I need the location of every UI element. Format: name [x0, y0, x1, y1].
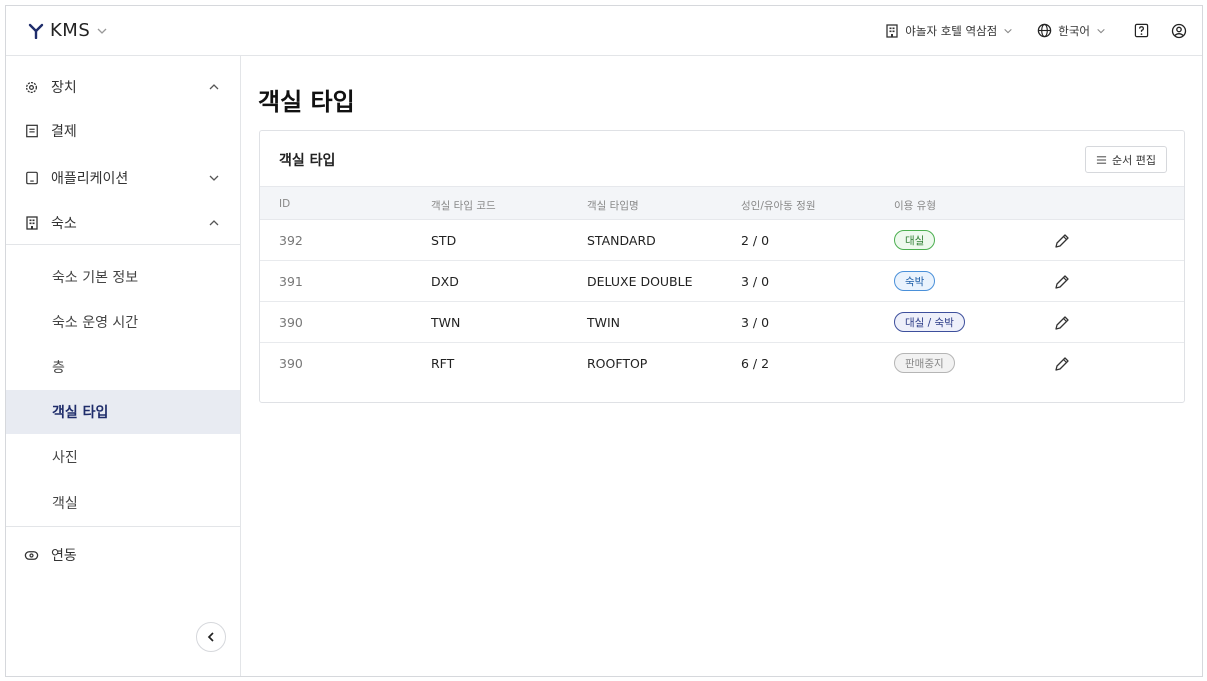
sidebar-item-label: 애플리케이션 — [51, 171, 129, 187]
sidebar-item-payment[interactable]: 결제 — [6, 109, 240, 153]
card-title: 객실 타입 — [279, 153, 336, 169]
sidebar-item-label: 장치 — [51, 80, 77, 96]
globe-icon — [1038, 23, 1052, 38]
table-row[interactable]: 390 RFT ROOFTOP 6 / 2 판매중지 — [260, 343, 1184, 384]
cell-name: TWIN — [587, 315, 621, 330]
account-button[interactable] — [1168, 20, 1190, 42]
sidebar-divider — [6, 526, 240, 527]
sidebar-item-label: 결제 — [51, 124, 77, 140]
hotel-selector[interactable]: 야놀자 호텔 역삼점 — [885, 23, 1013, 39]
building-icon — [24, 216, 39, 231]
column-header-code: 객실 타입 코드 — [431, 200, 496, 212]
pencil-icon[interactable] — [1053, 273, 1071, 291]
sidebar-subitem-room-types[interactable]: 객실 타입 — [6, 390, 240, 434]
edit-order-button[interactable]: 순서 편집 — [1085, 146, 1167, 173]
room-type-card: 객실 타입 순서 편집 ID 객실 타입 코드 객실 타입명 성인/유아동 정원… — [259, 130, 1185, 403]
chevron-up-icon — [209, 84, 219, 90]
help-icon — [1134, 23, 1148, 38]
sidebar-subitem-rooms[interactable]: 객실 — [6, 481, 240, 525]
page-title: 객실 타입 — [258, 88, 355, 116]
chevron-down-icon — [209, 175, 219, 181]
usage-type-badge: 숙박 — [894, 271, 936, 291]
column-header-usage-type: 이용 유형 — [894, 200, 936, 212]
receipt-icon — [24, 124, 39, 139]
collapse-sidebar-button[interactable] — [196, 622, 226, 652]
column-header-name: 객실 타입명 — [587, 200, 639, 212]
top-bar: KMS 야놀자 호텔 역삼점 한국어 — [6, 6, 1202, 56]
cell-id: 390 — [279, 315, 303, 330]
sidebar-item-property[interactable]: 숙소 — [6, 201, 240, 245]
chevron-down-icon — [1097, 28, 1105, 33]
sidebar-item-label: 숙소 — [51, 216, 77, 232]
cell-capacity: 6 / 2 — [741, 356, 770, 371]
sidebar-subitem-property-info[interactable]: 숙소 기본 정보 — [6, 255, 240, 299]
cell-code: DXD — [431, 274, 459, 289]
help-button[interactable] — [1130, 20, 1152, 42]
cell-capacity: 3 / 0 — [741, 315, 770, 330]
language-selector[interactable]: 한국어 — [1037, 23, 1106, 39]
cell-id: 391 — [279, 274, 303, 289]
cell-name: ROOFTOP — [587, 356, 648, 371]
cell-name: DELUXE DOUBLE — [587, 274, 693, 289]
brand-switcher[interactable]: KMS — [28, 20, 108, 41]
table-row[interactable]: 392 STD STANDARD 2 / 0 대실 — [260, 220, 1184, 261]
sidebar: 장치 결제 애플리케이션 숙소 숙소 기본 정보 숙소 운영 시간 층 객실 타… — [6, 56, 241, 676]
chevron-left-icon — [207, 632, 214, 642]
pencil-icon[interactable] — [1053, 232, 1071, 250]
column-header-capacity: 성인/유아동 정원 — [741, 200, 816, 212]
sidebar-item-label: 연동 — [51, 548, 77, 564]
language-label: 한국어 — [1058, 23, 1090, 38]
cell-code: RFT — [431, 356, 455, 371]
pencil-icon[interactable] — [1053, 314, 1071, 332]
list-icon — [1096, 155, 1107, 164]
sidebar-subitem-operating-hours[interactable]: 숙소 운영 시간 — [6, 300, 240, 344]
usage-type-badge: 대실 — [894, 230, 936, 250]
sidebar-item-integration[interactable]: 연동 — [6, 533, 240, 577]
cell-name: STANDARD — [587, 233, 656, 248]
link-icon — [24, 548, 39, 563]
chevron-down-icon — [97, 28, 107, 34]
chevron-up-icon — [209, 220, 219, 226]
sidebar-item-devices[interactable]: 장치 — [6, 65, 240, 109]
pencil-icon[interactable] — [1053, 355, 1071, 373]
sidebar-divider — [6, 244, 240, 245]
cell-capacity: 3 / 0 — [741, 274, 770, 289]
cell-code: TWN — [431, 315, 461, 330]
kms-logo-icon — [28, 23, 44, 39]
table-row[interactable]: 390 TWN TWIN 3 / 0 대실 / 숙박 — [260, 302, 1184, 343]
table-row[interactable]: 391 DXD DELUXE DOUBLE 3 / 0 숙박 — [260, 261, 1184, 302]
cell-capacity: 2 / 0 — [741, 233, 770, 248]
sidebar-item-applications[interactable]: 애플리케이션 — [6, 156, 240, 200]
table-header: ID 객실 타입 코드 객실 타입명 성인/유아동 정원 이용 유형 — [260, 186, 1184, 220]
tablet-icon — [24, 171, 39, 186]
brand-name: KMS — [50, 20, 91, 41]
user-circle-icon — [1171, 23, 1187, 38]
gear-icon — [24, 80, 39, 95]
cell-id: 390 — [279, 356, 303, 371]
sidebar-subitem-photos[interactable]: 사진 — [6, 435, 240, 479]
cell-code: STD — [431, 233, 457, 248]
column-header-id: ID — [279, 198, 291, 210]
app-window: KMS 야놀자 호텔 역삼점 한국어 장치 결제 애플리케이션 숙소 숙소 기본… — [5, 5, 1203, 677]
sidebar-subitem-floors[interactable]: 층 — [6, 345, 240, 389]
edit-order-label: 순서 편집 — [1112, 153, 1156, 167]
usage-type-badge: 대실 / 숙박 — [894, 312, 965, 332]
hotel-name: 야놀자 호텔 역삼점 — [905, 23, 998, 38]
chevron-down-icon — [1004, 28, 1012, 33]
usage-type-badge: 판매중지 — [894, 353, 955, 373]
cell-id: 392 — [279, 233, 303, 248]
building-icon — [886, 23, 898, 38]
